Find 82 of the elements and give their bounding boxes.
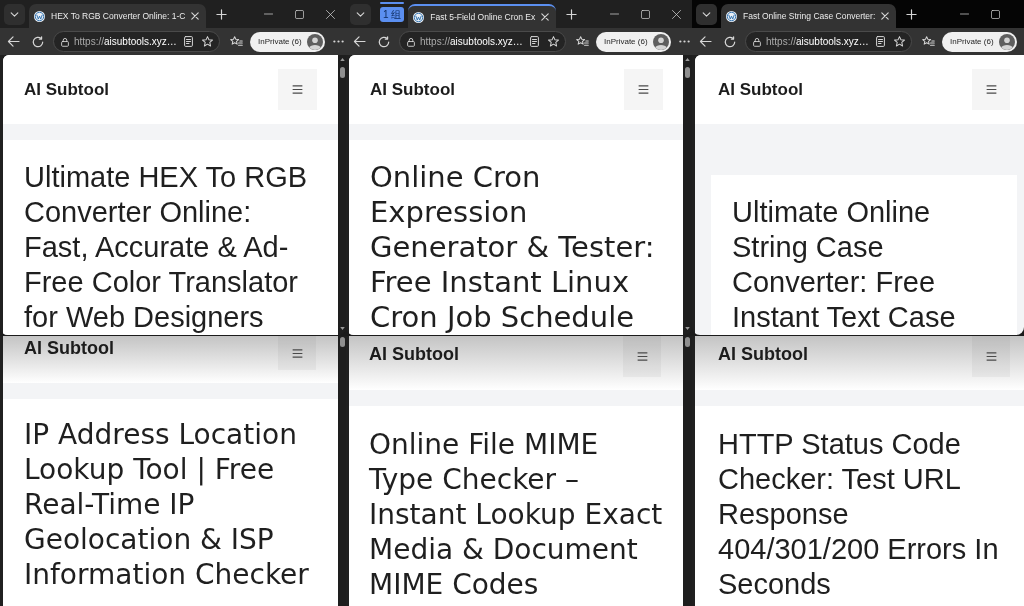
favorites-icon[interactable] bbox=[230, 36, 243, 47]
menu-button[interactable] bbox=[278, 336, 316, 370]
tab-actions-button[interactable] bbox=[350, 3, 371, 25]
site-title[interactable]: AI Subtool bbox=[24, 79, 109, 100]
avatar-icon bbox=[998, 33, 1015, 50]
logo-icon bbox=[726, 10, 737, 22]
star-icon[interactable] bbox=[894, 36, 905, 47]
more-icon[interactable] bbox=[678, 40, 690, 43]
star-icon[interactable] bbox=[548, 36, 559, 47]
more-icon[interactable] bbox=[332, 40, 344, 43]
scrollbar-thumb[interactable] bbox=[685, 67, 690, 78]
menu-icon bbox=[985, 352, 997, 361]
scrollbar-thumb[interactable] bbox=[685, 337, 690, 347]
page-heading: Online File MIME Type Checker – Instant Lookup Exact Media & Document MIME Codes bbox=[369, 427, 664, 602]
close-icon[interactable] bbox=[881, 12, 890, 20]
refresh-icon[interactable] bbox=[724, 35, 736, 48]
scroll-down-icon[interactable] bbox=[685, 327, 690, 330]
maximize-icon[interactable] bbox=[991, 9, 1000, 19]
browser-tab[interactable]: Fast 5-Field Online Cron Ex bbox=[408, 4, 557, 28]
menu-icon bbox=[638, 85, 649, 94]
profile-button[interactable]: InPrivate (6) bbox=[596, 31, 671, 52]
page-heading: Online Cron Expression Generator & Tester: Free Instant Linux Cron Job Schedule bbox=[370, 160, 656, 335]
logo-icon bbox=[34, 10, 45, 22]
lock-icon bbox=[753, 36, 761, 47]
close-icon[interactable] bbox=[541, 13, 550, 21]
maximize-icon[interactable] bbox=[295, 9, 304, 19]
lock-icon bbox=[407, 36, 415, 47]
logo-icon bbox=[413, 11, 425, 23]
tab-actions-button[interactable] bbox=[696, 3, 717, 25]
browser-tab[interactable]: HEX To RGB Converter Online: 1-C bbox=[29, 4, 207, 28]
scrollbar-thumb[interactable] bbox=[339, 67, 345, 78]
tab-actions-button[interactable] bbox=[4, 3, 25, 25]
close-icon[interactable] bbox=[326, 9, 335, 19]
site-title[interactable]: AI Subtool bbox=[369, 344, 459, 365]
avatar-icon bbox=[652, 33, 669, 50]
scrollbar-thumb[interactable] bbox=[339, 337, 345, 347]
chevron-down-icon bbox=[702, 11, 711, 17]
refresh-icon[interactable] bbox=[32, 35, 44, 48]
address-field[interactable]: https://aisubtools.xyz… bbox=[53, 31, 220, 52]
address-field[interactable]: https://aisubtools.xyz… bbox=[745, 31, 912, 52]
scroll-up-icon[interactable] bbox=[339, 58, 345, 61]
plus-icon[interactable] bbox=[216, 8, 228, 20]
plus-icon[interactable] bbox=[906, 8, 918, 20]
plus-icon[interactable] bbox=[566, 8, 578, 20]
menu-icon bbox=[292, 85, 303, 94]
menu-icon bbox=[985, 85, 997, 94]
star-icon[interactable] bbox=[202, 36, 213, 47]
scroll-down-icon[interactable] bbox=[339, 327, 345, 330]
menu-button[interactable] bbox=[972, 336, 1010, 377]
back-icon[interactable] bbox=[7, 36, 20, 47]
refresh-icon[interactable] bbox=[378, 35, 390, 48]
page-icon[interactable] bbox=[876, 36, 885, 47]
site-title[interactable]: AI Subtool bbox=[24, 338, 114, 359]
avatar-icon bbox=[306, 33, 323, 50]
site-title[interactable]: AI Subtool bbox=[718, 344, 808, 365]
page-heading: Ultimate Online String Case Converter: Free Instant Text Case bbox=[732, 195, 957, 335]
page-icon[interactable] bbox=[530, 36, 539, 47]
chevron-down-icon bbox=[356, 11, 365, 17]
address-field[interactable]: https://aisubtools.xyz… bbox=[399, 31, 566, 52]
site-title[interactable]: AI Subtool bbox=[718, 79, 803, 100]
lock-icon bbox=[61, 36, 69, 47]
menu-icon bbox=[636, 352, 648, 361]
menu-icon bbox=[291, 348, 303, 358]
page-heading: HTTP Status Code Checker: Test URL Response 404/301/200 Errors In Seconds bbox=[718, 427, 1000, 602]
scroll-up-icon[interactable] bbox=[685, 58, 690, 61]
profile-button[interactable]: InPrivate (6) bbox=[942, 31, 1017, 52]
page-icon[interactable] bbox=[184, 36, 193, 47]
browser-tab[interactable]: Fast Online String Case Converter: bbox=[721, 4, 897, 28]
close-icon[interactable] bbox=[672, 9, 681, 19]
page-heading: IP Address Location Lookup Tool | Free Real-Time IP Geolocation & ISP Information Checker bbox=[24, 417, 310, 592]
menu-button[interactable] bbox=[623, 336, 661, 377]
profile-button[interactable]: InPrivate (6) bbox=[250, 31, 325, 52]
page-heading: Ultimate HEX To RGB Converter Online: Fast, Accurate & Ad-Free Color Translator for Web Designers bbox=[24, 160, 309, 335]
maximize-icon[interactable] bbox=[641, 9, 650, 19]
site-title[interactable]: AI Subtool bbox=[370, 79, 455, 100]
tab-group-label[interactable]: 1 组 bbox=[380, 7, 405, 22]
back-icon[interactable] bbox=[699, 36, 712, 47]
favorites-icon[interactable] bbox=[576, 36, 589, 47]
back-icon[interactable] bbox=[353, 36, 366, 47]
chevron-down-icon bbox=[10, 11, 19, 17]
favorites-icon[interactable] bbox=[922, 36, 935, 47]
close-icon[interactable] bbox=[191, 12, 200, 20]
